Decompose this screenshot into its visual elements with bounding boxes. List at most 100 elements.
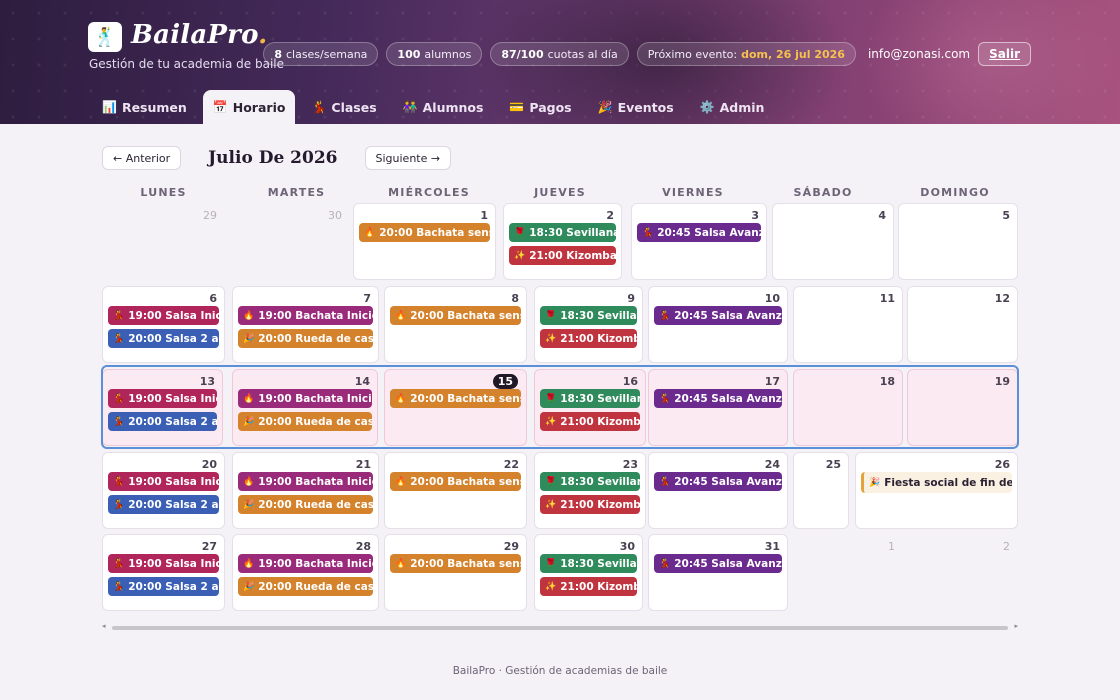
class-event-chip[interactable]: 💃19:00 Salsa Inicio [108, 554, 219, 573]
tab-resumen[interactable]: 📊 Resumen [92, 90, 197, 124]
class-event-chip[interactable]: 🔥 19:00 Bachata Inicio [238, 554, 373, 573]
class-event-chip[interactable]: 💃20:45 Salsa Avanzado [654, 554, 782, 573]
day-number: 23 [622, 458, 638, 471]
event-list: 🔥 19:00 Bachata Inicio 🎉 20:00 Rueda de cas… [238, 389, 372, 431]
event-label: 21:00 Kizomba [560, 332, 637, 345]
event-label: 18:30 Sevillanas [560, 392, 640, 405]
day-cell[interactable]: 2🌹18:30 Sevillanas ✨21:00 Kizomba [503, 203, 622, 280]
day-cell[interactable]: 29🔥20:00 Bachata sensual [384, 534, 527, 611]
brand-title[interactable]: BailaPro. [131, 20, 267, 50]
class-event-chip[interactable]: 🌹18:30 Sevillanas [540, 389, 640, 408]
day-cell[interactable]: 11 [793, 286, 903, 363]
class-event-chip[interactable]: 🔥20:00 Bachata sensual [390, 389, 521, 408]
event-icon: 💃 [113, 581, 125, 592]
class-event-chip[interactable]: 🌹18:30 Sevillanas [540, 306, 637, 325]
day-cell[interactable]: 27💃19:00 Salsa Inicio💃20:00 Salsa 2 años [102, 534, 225, 611]
day-number: 7 [363, 292, 371, 305]
event-icon: ✨ [545, 416, 557, 427]
day-cell[interactable]: 18 [793, 369, 903, 446]
class-event-chip[interactable]: 🔥20:00 Bachata sensual [390, 554, 521, 573]
day-cell[interactable]: 6💃19:00 Salsa Inicio💃20:00 Salsa 2 años [102, 286, 225, 363]
tab-icon: 📅 [212, 100, 228, 114]
day-cell[interactable]: 21 🔥 19:00 Bachata Inicio 🎉 20:00 Rueda de c… [232, 452, 379, 529]
scroll-left-icon[interactable]: ◂ [102, 622, 106, 630]
class-event-chip[interactable]: 🔥 19:00 Bachata Inicio [238, 306, 373, 325]
event-label: 18:30 Sevillanas [560, 475, 640, 488]
class-event-chip[interactable]: 🎉20:00 Rueda de casino [238, 577, 373, 596]
day-cell[interactable]: 3💃20:45 Salsa Avanzado [631, 203, 767, 280]
day-cell[interactable]: 15🔥20:00 Bachata sensual [384, 369, 527, 446]
day-cell[interactable]: 1🔥20:00 Bachata sensual [353, 203, 496, 280]
class-event-chip[interactable]: ✨21:00 Kizomba [540, 495, 640, 514]
class-event-chip[interactable]: 💃19:00 Salsa Inicio [108, 389, 217, 408]
class-event-chip[interactable]: 🔥20:00 Bachata sensual [359, 223, 490, 242]
day-cell[interactable]: 24💃20:45 Salsa Avanzado [648, 452, 788, 529]
day-number: 2 [606, 209, 614, 222]
scrollbar-thumb[interactable] [112, 626, 1008, 630]
tab-clases[interactable]: 💃 Clases [301, 90, 386, 124]
day-cell[interactable]: 17💃20:45 Salsa Avanzado [648, 369, 788, 446]
logout-button[interactable]: Salir [978, 42, 1031, 66]
tab-alumnos[interactable]: 👫 Alumnos [393, 90, 494, 124]
class-event-chip[interactable]: 🎉20:00 Rueda de casino [238, 412, 372, 431]
day-cell[interactable]: 4 [772, 203, 894, 280]
day-cell[interactable]: 25 [793, 452, 849, 529]
day-cell[interactable]: 30🌹18:30 Sevillanas✨21:00 Kizomba [534, 534, 643, 611]
class-event-chip[interactable]: ✨21:00 Kizomba [540, 329, 637, 348]
class-event-chip[interactable]: ✨21:00 Kizomba [540, 412, 640, 431]
class-event-chip[interactable]: 💃19:00 Salsa Inicio [108, 472, 219, 491]
day-cell[interactable]: 12 [907, 286, 1018, 363]
class-event-chip[interactable]: 🔥 19:00 Bachata Inicio [238, 472, 373, 491]
class-event-chip[interactable]: 💃20:00 Salsa 2 años [108, 412, 217, 431]
day-cell[interactable]: 16🌹18:30 Sevillanas✨21:00 Kizomba [534, 369, 646, 446]
class-event-chip[interactable]: ✨21:00 Kizomba [540, 577, 637, 596]
class-event-chip[interactable]: 💃20:45 Salsa Avanzado [654, 472, 782, 491]
day-cell[interactable]: 26🎉Fiesta social de fin de mes [855, 452, 1018, 529]
class-event-chip[interactable]: 💃20:00 Salsa 2 años [108, 495, 219, 514]
class-event-chip[interactable]: 💃19:00 Salsa Inicio [108, 306, 219, 325]
weekday-header: DOMINGO [920, 186, 990, 199]
day-cell[interactable]: 13💃19:00 Salsa Inicio💃20:00 Salsa 2 años [102, 369, 223, 446]
class-event-chip[interactable]: 💃20:45 Salsa Avanzado [654, 306, 782, 325]
class-event-chip[interactable]: 🔥20:00 Bachata sensual [390, 472, 521, 491]
class-event-chip[interactable]: 💃20:45 Salsa Avanzado [637, 223, 761, 242]
class-event-chip[interactable]: 💃20:00 Salsa 2 años [108, 577, 219, 596]
class-event-chip[interactable]: 🔥20:00 Bachata sensual [390, 306, 521, 325]
class-event-chip[interactable]: 💃20:45 Salsa Avanzado [654, 389, 782, 408]
day-number: 22 [503, 458, 519, 471]
event-icon: 💃 [113, 476, 125, 487]
day-cell[interactable]: 10💃20:45 Salsa Avanzado [648, 286, 788, 363]
tab-admin[interactable]: ⚙️ Admin [690, 90, 775, 124]
tab-pagos[interactable]: 💳 Pagos [499, 90, 581, 124]
class-event-chip[interactable]: 🌹18:30 Sevillanas [509, 223, 616, 242]
tab-horario[interactable]: 📅 Horario [202, 90, 296, 124]
social-event-chip[interactable]: 🎉Fiesta social de fin de mes [861, 472, 1012, 493]
class-event-chip[interactable]: 🎉20:00 Rueda de casino [238, 329, 373, 348]
class-event-chip[interactable]: 🔥 19:00 Bachata Inicio [238, 389, 372, 408]
class-event-chip[interactable]: 🌹18:30 Sevillanas [540, 554, 637, 573]
tab-eventos[interactable]: 🎉 Eventos [588, 90, 684, 124]
class-event-chip[interactable]: 🎉20:00 Rueda de casino [238, 495, 373, 514]
class-event-chip[interactable]: ✨21:00 Kizomba [509, 246, 616, 265]
day-cell[interactable]: 8🔥20:00 Bachata sensual [384, 286, 527, 363]
day-cell[interactable]: 9🌹18:30 Sevillanas✨21:00 Kizomba [534, 286, 643, 363]
tab-icon: 💳 [509, 100, 525, 114]
horizontal-scrollbar[interactable]: ◂ ▸ [102, 622, 1018, 632]
day-cell[interactable]: 28 🔥 19:00 Bachata Inicio 🎉 20:00 Rueda de c… [232, 534, 379, 611]
day-cell[interactable]: 31💃20:45 Salsa Avanzado [648, 534, 788, 611]
day-cell[interactable]: 14 🔥 19:00 Bachata Inicio 🎉 20:00 Rueda de c… [232, 369, 378, 446]
day-number: 24 [764, 458, 780, 471]
event-icon: 🎉 [243, 416, 255, 427]
prev-month-button[interactable]: ← Anterior [102, 146, 182, 170]
day-cell[interactable]: 7 🔥 19:00 Bachata Inicio 🎉 20:00 Rueda de ca… [232, 286, 379, 363]
day-cell[interactable]: 20💃19:00 Salsa Inicio💃20:00 Salsa 2 años [102, 452, 225, 529]
day-cell[interactable]: 5 [898, 203, 1018, 280]
day-cell[interactable]: 22🔥20:00 Bachata sensual [384, 452, 527, 529]
class-event-chip[interactable]: 💃20:00 Salsa 2 años [108, 329, 219, 348]
class-event-chip[interactable]: 🌹18:30 Sevillanas [540, 472, 640, 491]
next-month-button[interactable]: Siguiente → [364, 146, 452, 170]
event-icon: 🔥 [395, 310, 407, 321]
day-cell[interactable]: 19 [907, 369, 1018, 446]
day-cell[interactable]: 23🌹18:30 Sevillanas ✨21:00 Kizomba [534, 452, 646, 529]
scroll-right-icon[interactable]: ▸ [1014, 622, 1018, 630]
